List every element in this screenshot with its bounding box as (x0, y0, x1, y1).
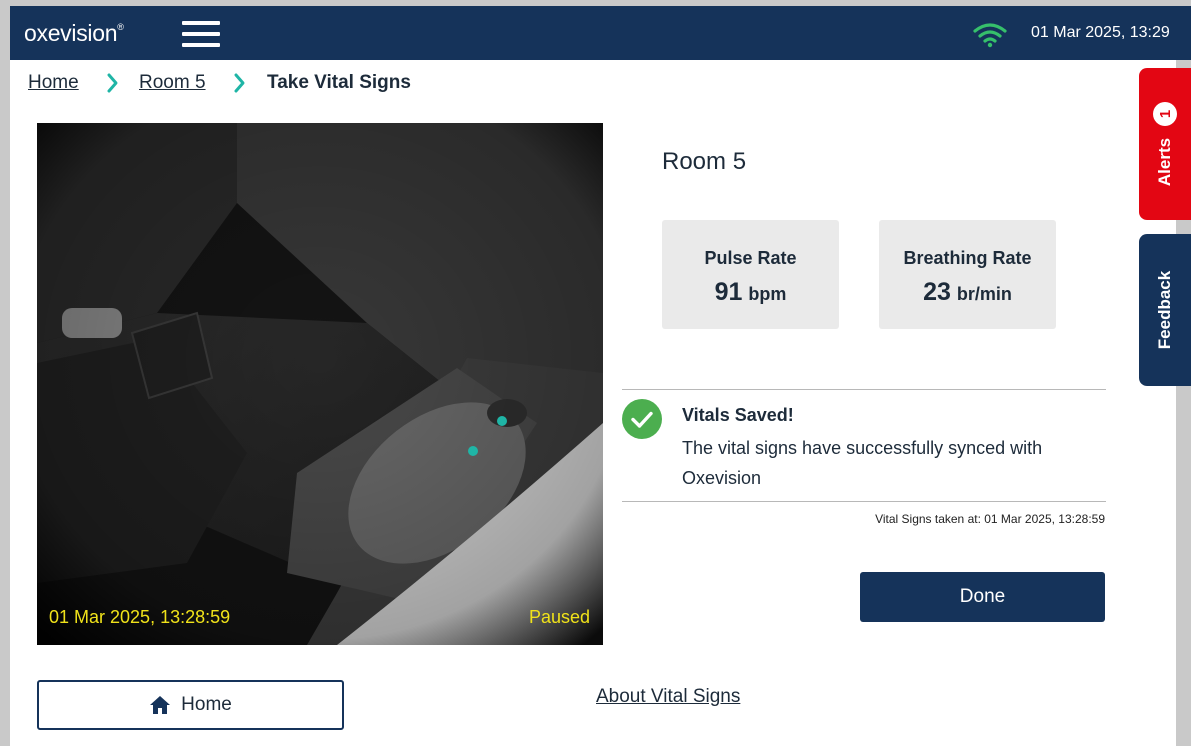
divider (622, 501, 1106, 502)
logo-registered-mark: ® (117, 22, 124, 32)
camera-status: Paused (528, 607, 590, 627)
breadcrumb-room[interactable]: Room 5 (139, 72, 206, 94)
pulse-rate-value-row: 91 bpm (662, 278, 839, 307)
home-icon (150, 696, 171, 714)
home-button[interactable]: Home (37, 680, 344, 730)
window-frame-left (0, 0, 10, 746)
camera-feed: 01 Mar 2025, 13:28:59 Paused (37, 123, 603, 645)
about-vital-signs-link[interactable]: About Vital Signs (596, 686, 740, 708)
pulse-rate-label: Pulse Rate (704, 248, 797, 268)
header-datetime: 01 Mar 2025, 13:29 (1031, 24, 1170, 41)
done-button[interactable]: Done (860, 572, 1105, 622)
feedback-tab[interactable]: Feedback (1139, 234, 1191, 386)
status-message: The vital signs have successfully synced… (682, 438, 1043, 488)
breathing-rate-value-row: 23 br/min (879, 278, 1056, 307)
logo-text: oxevision (24, 20, 118, 46)
breadcrumb-current: Take Vital Signs (267, 72, 411, 93)
camera-timestamp: 01 Mar 2025, 13:28:59 (49, 607, 231, 627)
divider (622, 389, 1106, 390)
breadcrumb-home[interactable]: Home (28, 72, 79, 94)
wifi-icon (973, 23, 1007, 48)
breathing-rate-label: Breathing Rate (903, 248, 1032, 268)
alerts-tab-label: Alerts (1155, 137, 1174, 187)
room-title: Room 5 (662, 148, 747, 175)
breathing-rate-unit: br/min (956, 284, 1012, 304)
camera-image (37, 123, 603, 645)
breathing-rate-value: 23 (923, 278, 951, 306)
status-title: Vitals Saved! (682, 405, 794, 425)
alerts-tab[interactable]: 1 Alerts (1139, 68, 1191, 220)
home-button-label: Home (181, 694, 232, 715)
chevron-right-icon (234, 73, 245, 93)
feedback-tab-label: Feedback (1155, 270, 1174, 350)
chevron-right-icon (107, 73, 118, 93)
pulse-rate-card: Pulse Rate 91 bpm (662, 220, 839, 329)
pulse-rate-value: 91 (714, 278, 743, 306)
breathing-rate-card: Breathing Rate 23 br/min (879, 220, 1056, 329)
vitals-taken-at: Vital Signs taken at: 01 Mar 2025, 13:28… (875, 512, 1105, 526)
hamburger-menu-icon[interactable] (182, 21, 220, 47)
check-circle-icon (622, 399, 662, 439)
logo: oxevision® (24, 20, 124, 47)
pulse-rate-unit: bpm (748, 284, 787, 304)
alerts-count-badge: 1 (1153, 102, 1177, 126)
top-bar: oxevision® 01 Mar 2025, 13:29 (10, 6, 1191, 60)
